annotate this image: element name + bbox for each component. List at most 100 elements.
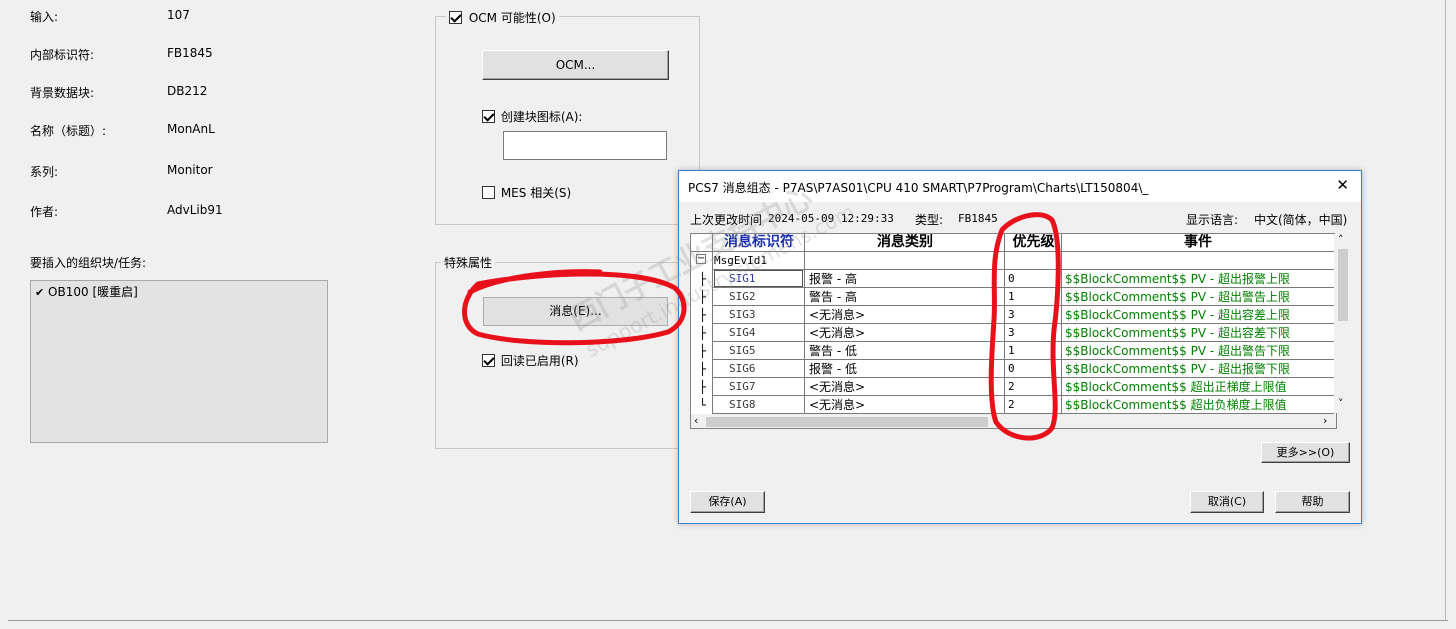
row-priority: 2 xyxy=(1008,398,1015,411)
row-event: $$BlockComment$$ PV - 超出报警下限 xyxy=(1065,362,1291,376)
tree-branch-icon: ├ xyxy=(699,290,707,304)
ob-task-list[interactable]: ✔ OB100 [暖重启] xyxy=(30,280,328,443)
row-event: $$BlockComment$$ PV - 超出容差上限 xyxy=(1065,308,1291,322)
ocm-group-title[interactable]: OCM 可能性(O) xyxy=(446,9,559,26)
col-msg-class-header[interactable]: 消息类别 xyxy=(805,234,1005,252)
row-sig: SIG4 xyxy=(729,326,756,339)
ob-item-label: OB100 [暖重启] xyxy=(48,285,138,299)
tree-branch-icon: ├ xyxy=(699,362,707,376)
readback-checkbox[interactable] xyxy=(482,354,495,367)
row-priority: 3 xyxy=(1008,326,1015,339)
row-sig: SIG2 xyxy=(729,290,756,303)
messages-button[interactable]: 消息(E)... xyxy=(483,297,668,326)
ocm-button[interactable]: OCM... xyxy=(482,50,669,80)
row-sig: SIG8 xyxy=(729,398,756,411)
table-row[interactable]: ├ SIG4 <无消息> 3 $$BlockComment$$ PV - 超出容… xyxy=(691,324,1336,342)
row-class: <无消息> xyxy=(809,380,866,394)
window-right-edge xyxy=(1445,0,1446,621)
row-sig: SIG5 xyxy=(729,344,756,357)
icon-name-input[interactable] xyxy=(503,131,667,160)
grid-line xyxy=(712,323,1334,324)
h-scroll-thumb[interactable] xyxy=(706,417,988,427)
ocm-checkbox[interactable] xyxy=(449,11,462,24)
author-value: AdvLib91 xyxy=(167,203,223,217)
table-row[interactable]: ├ SIG5 警告 - 低 1 $$BlockComment$$ PV - 超出… xyxy=(691,342,1336,360)
readback-option[interactable]: 回读已启用(R) xyxy=(482,352,579,369)
row-priority: 0 xyxy=(1008,272,1015,285)
grid-line xyxy=(712,395,1334,396)
mes-checkbox[interactable] xyxy=(482,186,495,199)
save-button[interactable]: 保存(A) xyxy=(690,491,765,513)
author-label: 作者: xyxy=(30,205,59,219)
mes-label: MES 相关(S) xyxy=(500,186,572,200)
message-config-dialog: PCS7 消息组态 - P7AS\P7AS01\CPU 410 SMART\P7… xyxy=(678,170,1362,524)
horizontal-scrollbar[interactable]: ‹ › xyxy=(691,414,1336,428)
row-event: $$BlockComment$$ 超出负梯度上限值 xyxy=(1065,398,1287,412)
row-class: 报警 - 高 xyxy=(809,272,857,286)
v-scroll-thumb[interactable] xyxy=(1338,249,1348,321)
type-value: FB1845 xyxy=(958,212,998,225)
row-sig: SIG6 xyxy=(729,362,756,375)
grid-v-scrollbar[interactable]: ˄ ˅ xyxy=(1335,233,1351,413)
row-class: 警告 - 低 xyxy=(809,344,857,358)
close-icon[interactable]: ✕ xyxy=(1336,176,1349,194)
scroll-right-icon[interactable]: › xyxy=(1323,414,1327,427)
collapse-icon[interactable]: − xyxy=(696,254,706,264)
grid-line xyxy=(712,234,713,414)
readback-label: 回读已启用(R) xyxy=(500,354,579,368)
window-bottom-divider xyxy=(8,620,1448,621)
group-row[interactable]: − MsgEvId1 xyxy=(691,252,1336,270)
row-event: $$BlockComment$$ PV - 超出报警上限 xyxy=(1065,272,1291,286)
create-icon-label: 创建块图标(A): xyxy=(500,110,583,124)
row-priority: 1 xyxy=(1008,290,1015,303)
table-row[interactable]: ├ SIG6 报警 - 低 0 $$BlockComment$$ PV - 超出… xyxy=(691,360,1336,378)
row-priority: 3 xyxy=(1008,308,1015,321)
row-priority: 2 xyxy=(1008,380,1015,393)
grid-line xyxy=(712,287,1334,288)
tree-branch-icon: ├ xyxy=(699,344,707,358)
table-row[interactable]: ├ SIG3 <无消息> 3 $$BlockComment$$ PV - 超出容… xyxy=(691,306,1336,324)
group-row-label: MsgEvId1 xyxy=(714,254,767,267)
create-icon-checkbox[interactable] xyxy=(482,110,495,123)
internal-id-label: 内部标识符: xyxy=(30,48,95,62)
col-priority-header[interactable]: 优先级 xyxy=(1005,234,1062,252)
row-sig: SIG7 xyxy=(729,380,756,393)
display-language-label: 显示语言: xyxy=(1186,213,1239,227)
row-class: 报警 - 低 xyxy=(809,362,857,376)
create-icon-option[interactable]: 创建块图标(A): xyxy=(482,108,582,125)
name-value: MonAnL xyxy=(167,122,215,136)
scroll-down-icon[interactable]: ˅ xyxy=(1338,397,1344,410)
dialog-titlebar[interactable]: PCS7 消息组态 - P7AS\P7AS01\CPU 410 SMART\P7… xyxy=(679,171,1361,202)
more-button[interactable]: 更多>>(O) xyxy=(1261,442,1350,463)
row-class: <无消息> xyxy=(809,326,866,340)
row-class: <无消息> xyxy=(809,398,866,412)
list-item[interactable]: ✔ OB100 [暖重启] xyxy=(35,283,138,300)
tree-branch-icon: ├ xyxy=(699,308,707,322)
row-class: <无消息> xyxy=(809,308,866,322)
help-button[interactable]: 帮助 xyxy=(1275,491,1350,513)
mes-option[interactable]: MES 相关(S) xyxy=(482,184,571,201)
tree-end-icon: └ xyxy=(699,398,707,412)
checkmark-icon: ✔ xyxy=(35,286,45,299)
dialog-title: PCS7 消息组态 - P7AS\P7AS01\CPU 410 SMART\P7… xyxy=(688,181,1149,195)
cancel-button[interactable]: 取消(C) xyxy=(1190,491,1264,513)
selected-cell[interactable] xyxy=(714,270,803,287)
grid-line xyxy=(691,251,1334,252)
row-event: $$BlockComment$$ PV - 超出警告下限 xyxy=(1065,344,1291,358)
special-props-title: 特殊属性 xyxy=(441,254,496,271)
family-label: 系列: xyxy=(30,165,59,179)
tree-branch-icon: ├ xyxy=(699,272,707,286)
tree-branch-icon: ├ xyxy=(699,326,707,340)
table-row[interactable]: ├ SIG2 警告 - 高 1 $$BlockComment$$ PV - 超出… xyxy=(691,288,1336,306)
grid-line xyxy=(712,377,1334,378)
table-row[interactable]: ├ SIG7 <无消息> 2 $$BlockComment$$ 超出正梯度上限值 xyxy=(691,378,1336,396)
row-event: $$BlockComment$$ 超出正梯度上限值 xyxy=(1065,380,1287,394)
scroll-left-icon[interactable]: ‹ xyxy=(694,414,698,427)
col-msg-id-header[interactable]: 消息标识符 xyxy=(713,234,805,252)
message-grid[interactable]: 消息标识符 消息类别 优先级 事件 − MsgEvId1 ├ SIG1 报警 -… xyxy=(690,233,1337,429)
col-event-header[interactable]: 事件 xyxy=(1062,234,1334,252)
scroll-up-icon[interactable]: ˄ xyxy=(1338,233,1344,246)
row-sig: SIG3 xyxy=(729,308,756,321)
input-value: 107 xyxy=(167,8,190,22)
table-row[interactable]: └ SIG8 <无消息> 2 $$BlockComment$$ 超出负梯度上限值 xyxy=(691,396,1336,414)
